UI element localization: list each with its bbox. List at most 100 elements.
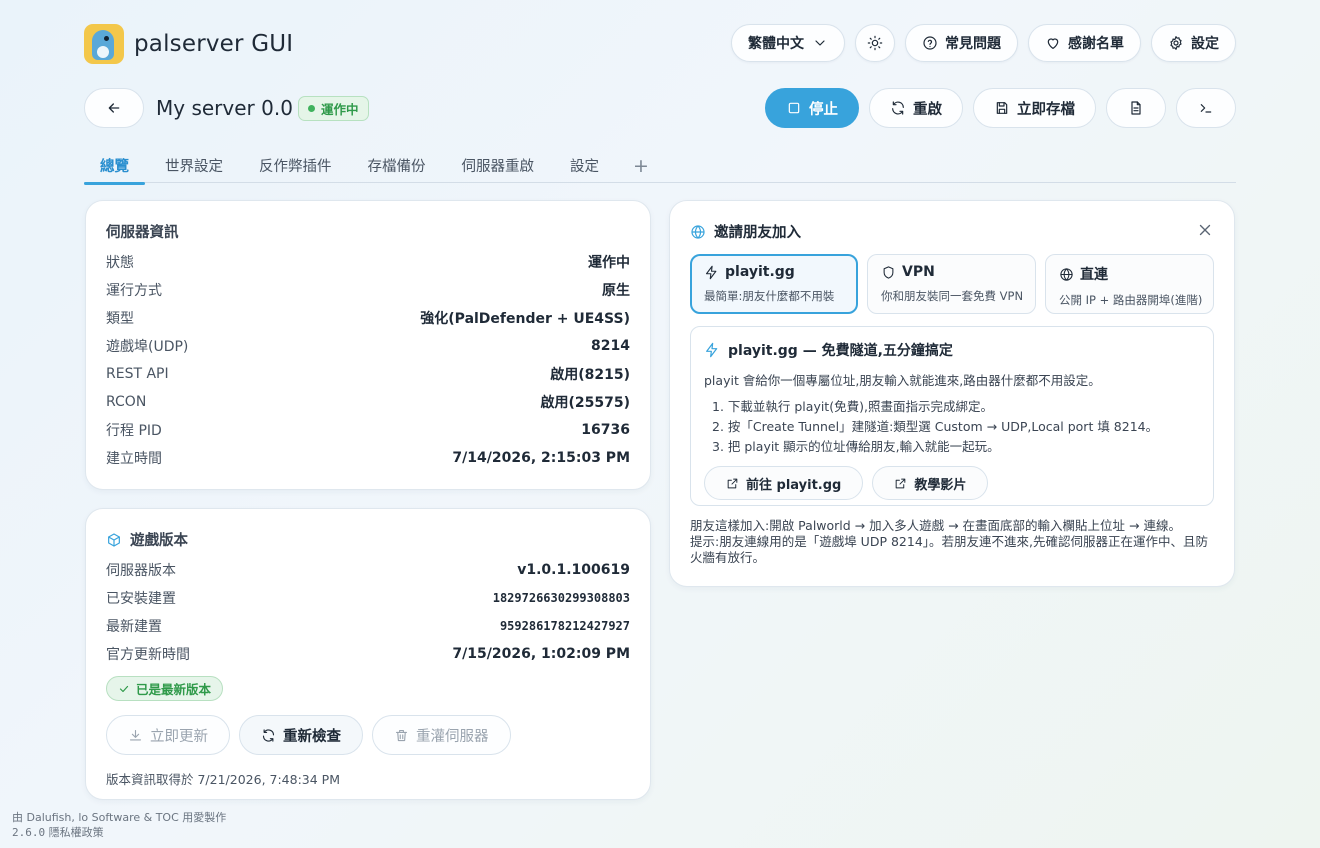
sun-icon bbox=[867, 35, 883, 51]
close-button[interactable] bbox=[1196, 221, 1214, 239]
method-vpn[interactable]: VPN 你和朋友裝同一套免費 VPN bbox=[867, 254, 1036, 314]
tab-world-settings[interactable]: 世界設定 bbox=[149, 148, 239, 183]
tab-server-restart[interactable]: 伺服器重啟 bbox=[446, 148, 551, 183]
info-value: 7/14/2026, 2:15:03 PM bbox=[452, 450, 630, 466]
lightning-icon bbox=[706, 342, 718, 358]
info-key: 類型 bbox=[106, 311, 134, 327]
info-row: 遊戲埠(UDP) 8214 bbox=[106, 332, 630, 360]
heart-icon bbox=[1047, 38, 1059, 49]
open-playit-label: 前往 playit.gg bbox=[746, 477, 842, 493]
invite-title: 邀請朋友加入 bbox=[714, 225, 801, 241]
chevron-down-icon bbox=[815, 40, 825, 46]
version-row: 伺服器版本 v1.0.1.100619 bbox=[106, 556, 630, 584]
info-key: 運行方式 bbox=[106, 283, 162, 299]
refresh-icon bbox=[262, 728, 275, 742]
help-circle-icon bbox=[923, 36, 937, 50]
reinstall-server-button[interactable]: 重灌伺服器 bbox=[372, 715, 511, 755]
server-name: My server 0.0 bbox=[156, 96, 293, 120]
server-info-card: 伺服器資訊 狀態 運作中 運行方式 原生 類型 強化(PalDefender + UE… bbox=[85, 200, 651, 490]
package-icon bbox=[108, 532, 120, 547]
version-value: v1.0.1.100619 bbox=[517, 562, 630, 578]
up-to-date-badge: 已是最新版本 bbox=[106, 676, 224, 701]
method-playit[interactable]: playit.gg 最簡單:朋友什麼都不用裝 bbox=[690, 254, 858, 314]
console-button[interactable] bbox=[1176, 88, 1236, 128]
app-logo bbox=[84, 24, 124, 64]
info-value: 運作中 bbox=[588, 255, 630, 271]
restart-button[interactable]: 重啟 bbox=[869, 88, 963, 128]
info-value: 8214 bbox=[591, 338, 630, 354]
version-actions: 立即更新 重新檢查 重灌伺服器 bbox=[106, 715, 630, 755]
tab-backups[interactable]: 存檔備份 bbox=[352, 148, 442, 183]
tutorial-video-link[interactable]: 教學影片 bbox=[872, 466, 989, 500]
info-key: REST API bbox=[106, 366, 169, 382]
page-footer: 由 Dalufish, lo Software & TOC 用愛製作 2.6.0… bbox=[12, 810, 226, 840]
version-row: 已安裝建置 1829726630299308803 bbox=[106, 584, 630, 612]
language-select[interactable]: 繁體中文 bbox=[731, 24, 845, 62]
stop-button[interactable]: 停止 bbox=[765, 88, 859, 128]
restart-label: 重啟 bbox=[913, 101, 942, 118]
info-value: 啟用(8215) bbox=[550, 367, 630, 383]
guide-step: 2. 按「Create Tunnel」建隧道:類型選 Custom → UDP,… bbox=[712, 419, 1159, 434]
header-actions: 繁體中文 常見問題 感謝名單 設定 bbox=[731, 24, 1236, 62]
globe-icon bbox=[1060, 267, 1073, 281]
credits-button[interactable]: 感謝名單 bbox=[1028, 24, 1141, 62]
version-key: 官方更新時間 bbox=[106, 647, 190, 663]
info-row: RCON 啟用(25575) bbox=[106, 388, 630, 416]
theme-toggle-button[interactable] bbox=[855, 24, 895, 62]
info-key: 行程 PID bbox=[106, 423, 162, 439]
version-value: 1829726630299308803 bbox=[492, 591, 630, 605]
method-desc: 公開 IP + 路由器開埠(進階) bbox=[1059, 293, 1203, 307]
logs-button[interactable] bbox=[1106, 88, 1166, 128]
privacy-policy-link[interactable]: 隱私權政策 bbox=[49, 826, 104, 839]
version-value: 959286178212427927 bbox=[499, 619, 630, 633]
faq-button[interactable]: 常見問題 bbox=[905, 24, 1018, 62]
tab-anticheat[interactable]: 反作弊插件 bbox=[243, 148, 348, 183]
tab-settings[interactable]: 設定 bbox=[554, 148, 615, 183]
back-button[interactable] bbox=[84, 88, 144, 128]
info-row: 類型 強化(PalDefender + UE4SS) bbox=[106, 304, 630, 332]
info-value: 16736 bbox=[581, 422, 630, 438]
open-playit-link[interactable]: 前往 playit.gg bbox=[704, 466, 864, 500]
stop-label: 停止 bbox=[809, 101, 838, 118]
reinstall-label: 重灌伺服器 bbox=[416, 728, 489, 745]
version-row: 最新建置 959286178212427927 bbox=[106, 612, 630, 640]
server-actions: 停止 重啟 立即存檔 bbox=[765, 88, 1236, 128]
info-row: 運行方式 原生 bbox=[106, 276, 630, 304]
settings-button[interactable]: 設定 bbox=[1151, 24, 1236, 62]
guide-header: playit.gg — 免費隧道,五分鐘搞定 bbox=[704, 340, 1200, 360]
tab-overview[interactable]: 總覽 bbox=[84, 148, 145, 185]
tutorial-video-label: 教學影片 bbox=[914, 477, 967, 493]
save-icon bbox=[996, 102, 1008, 114]
language-select-value: 繁體中文 bbox=[748, 36, 804, 52]
save-now-button[interactable]: 立即存檔 bbox=[973, 88, 1096, 128]
settings-label: 設定 bbox=[1191, 36, 1219, 52]
credits-label: 感謝名單 bbox=[1068, 36, 1124, 52]
recheck-button[interactable]: 重新檢查 bbox=[239, 715, 363, 755]
game-version-card: 遊戲版本 伺服器版本 v1.0.1.100619 已安裝建置 18297266302… bbox=[85, 508, 651, 800]
guide-step: 3. 把 playit 顯示的位址傳給朋友,輸入就能一起玩。 bbox=[712, 439, 1000, 454]
up-to-date-label: 已是最新版本 bbox=[136, 682, 212, 697]
info-key: RCON bbox=[106, 394, 147, 410]
update-now-button[interactable]: 立即更新 bbox=[106, 715, 230, 755]
method-name: VPN bbox=[902, 264, 935, 280]
status-dot-icon bbox=[308, 105, 315, 112]
info-value: 強化(PalDefender + UE4SS) bbox=[420, 311, 630, 327]
method-name: 直連 bbox=[1080, 267, 1108, 283]
info-key: 遊戲埠(UDP) bbox=[106, 339, 189, 355]
terminal-icon bbox=[1200, 104, 1212, 113]
refresh-icon bbox=[892, 101, 904, 115]
close-icon bbox=[1199, 224, 1211, 236]
footer-meta: 2.6.0 隱私權政策 bbox=[12, 825, 226, 840]
info-key: 狀態 bbox=[106, 255, 134, 271]
info-row: 行程 PID 16736 bbox=[106, 416, 630, 444]
method-direct[interactable]: 直連 公開 IP + 路由器開埠(進階) bbox=[1045, 254, 1214, 314]
info-value: 啟用(25575) bbox=[540, 395, 630, 411]
guide-step: 1. 下載並執行 playit(免費),照畫面指示完成綁定。 bbox=[712, 399, 993, 414]
update-now-label: 立即更新 bbox=[150, 728, 208, 745]
guide-title: playit.gg — 免費隧道,五分鐘搞定 bbox=[728, 343, 953, 359]
tab-bar: 總覽 世界設定 反作弊插件 存檔備份 伺服器重啟 設定 + bbox=[84, 148, 1236, 185]
save-now-label: 立即存檔 bbox=[1017, 101, 1075, 118]
join-instructions: 朋友這樣加入:開啟 Palworld → 加入多人遊戲 → 在畫面底部的輸入欄貼… bbox=[690, 518, 1181, 533]
add-tab-button[interactable]: + bbox=[619, 148, 663, 183]
faq-label: 常見問題 bbox=[945, 36, 1001, 52]
